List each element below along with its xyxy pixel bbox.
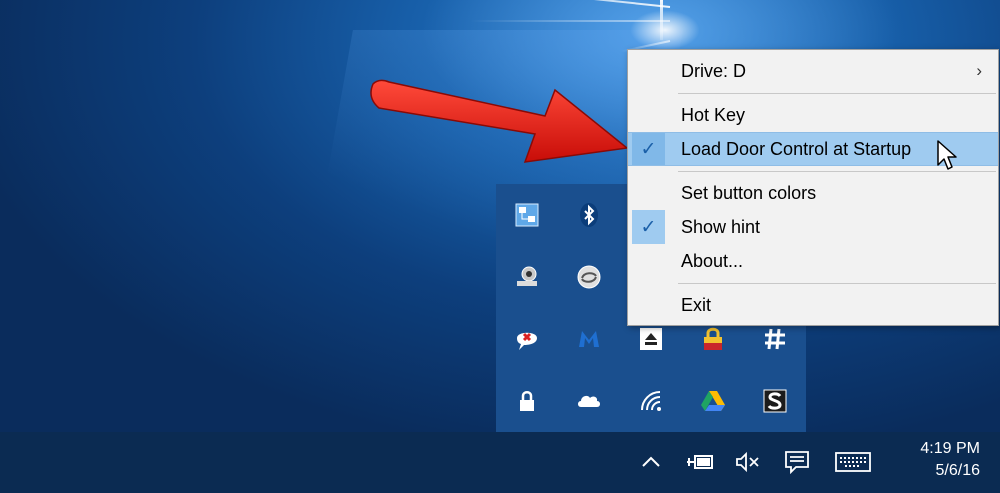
show-hidden-icons-button[interactable] — [636, 448, 666, 476]
menu-item-exit[interactable]: Exit — [628, 288, 998, 322]
menu-separator — [678, 283, 996, 284]
sync-app-icon — [577, 265, 601, 289]
light-beam-vertical — [660, 0, 663, 40]
menu-item-hot-key[interactable]: Hot Key — [628, 98, 998, 132]
bluetooth-icon — [580, 203, 598, 227]
tray-cell[interactable] — [558, 246, 620, 308]
menu-item-label: About... — [681, 250, 744, 271]
light-beam — [401, 0, 671, 8]
checkmark-icon: ✓ — [632, 133, 665, 165]
menu-separator — [678, 93, 996, 94]
menu-item-label: Hot Key — [681, 104, 746, 125]
action-center-button[interactable] — [782, 448, 812, 476]
s-app-icon — [763, 389, 787, 413]
tray-cell[interactable] — [496, 246, 558, 308]
menu-item-label: Show hint — [681, 216, 761, 237]
menu-item-about[interactable]: About... — [628, 244, 998, 278]
action-center-icon — [785, 451, 809, 474]
clock-date: 5/6/16 — [935, 462, 980, 479]
light-glow — [630, 10, 700, 50]
tray-cell[interactable] — [682, 370, 744, 432]
chevron-right-icon: › — [976, 61, 982, 80]
password-lock-icon — [704, 327, 722, 350]
menu-item-label: Drive: D — [681, 60, 747, 81]
wifi-icon — [641, 391, 661, 411]
chevron-up-icon — [642, 456, 660, 467]
context-menu: Drive: D › Hot Key ✓ Load Door Control a… — [627, 49, 999, 326]
tray-cell[interactable] — [496, 184, 558, 246]
power-button[interactable] — [685, 448, 715, 476]
menu-item-show-hint[interactable]: ✓ Show hint — [628, 210, 998, 244]
speech-bubble-icon — [517, 332, 537, 350]
checkmark-icon: ✓ — [632, 210, 665, 244]
volume-button[interactable] — [733, 448, 763, 476]
webcam-icon — [517, 266, 537, 286]
google-drive-icon — [701, 391, 725, 411]
taskbar-clock[interactable]: 4:19 PM 5/6/16 — [890, 438, 980, 482]
network-map-icon — [515, 203, 539, 227]
menu-item-label: Exit — [681, 294, 712, 315]
light-beam — [470, 20, 670, 22]
tray-cell[interactable] — [744, 370, 806, 432]
menu-item-label: Set button colors — [681, 182, 817, 203]
tray-cell[interactable] — [558, 184, 620, 246]
power-plug-icon — [687, 455, 713, 469]
tray-cell[interactable] — [496, 370, 558, 432]
menu-item-drive[interactable]: Drive: D › — [628, 54, 998, 88]
lock-icon — [520, 391, 534, 411]
volume-muted-icon — [736, 451, 759, 473]
tray-cell[interactable] — [558, 308, 620, 370]
menu-item-label: Load Door Control at Startup — [681, 138, 912, 159]
red-arrow-annotation — [370, 79, 629, 163]
touch-keyboard-button[interactable] — [834, 448, 872, 476]
tray-cell[interactable] — [620, 370, 682, 432]
hashtag-icon — [765, 328, 785, 350]
onedrive-icon — [578, 395, 600, 407]
mouse-cursor-icon — [937, 140, 957, 170]
malwarebytes-icon — [579, 331, 599, 347]
clock-time: 4:19 PM — [920, 440, 980, 457]
tray-cell[interactable] — [496, 308, 558, 370]
tray-cell[interactable] — [558, 370, 620, 432]
keyboard-icon — [835, 452, 871, 472]
menu-item-set-button-colors[interactable]: Set button colors — [628, 176, 998, 210]
eject-drive-icon — [640, 328, 662, 350]
